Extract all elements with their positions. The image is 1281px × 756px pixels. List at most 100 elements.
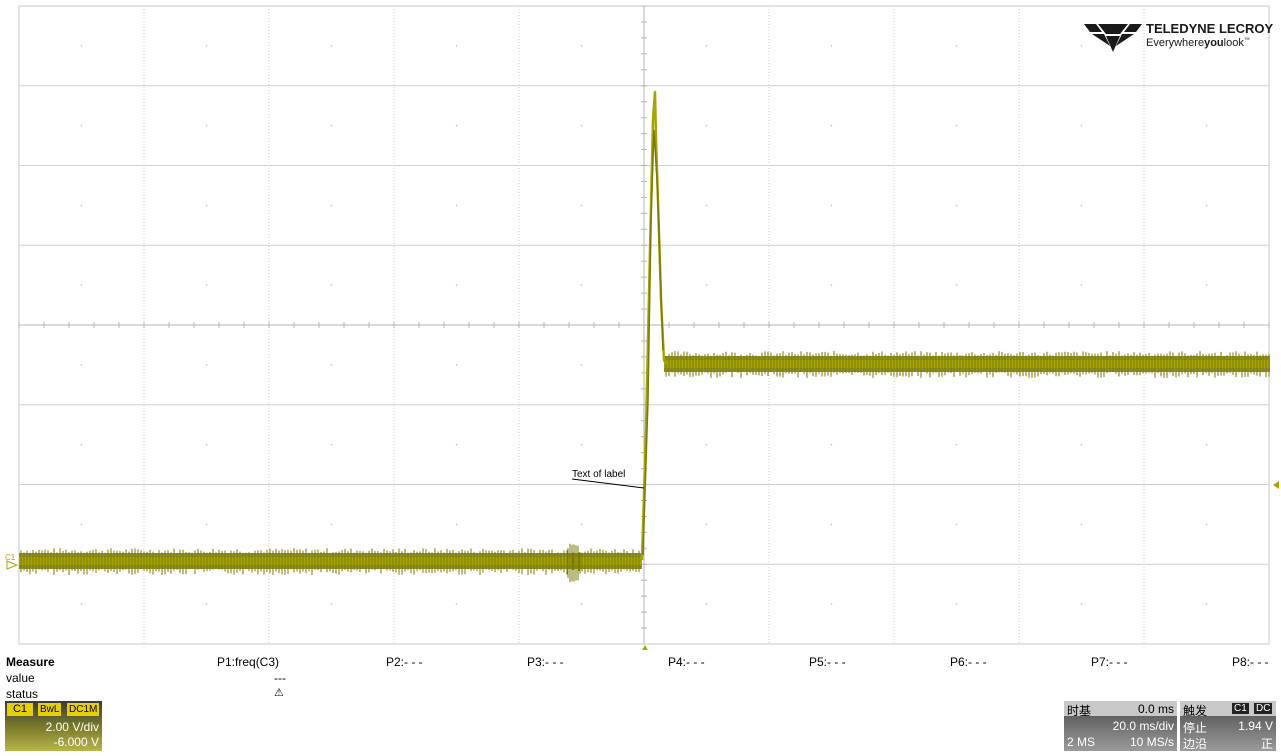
grid-dot (1205, 124, 1208, 127)
measure-param-p2[interactable]: P2:- - - (386, 655, 423, 669)
trigger-position-marker[interactable] (641, 645, 649, 650)
grid-dot (580, 443, 583, 446)
channel-ground-marker[interactable] (6, 560, 19, 570)
grid-dot (955, 204, 958, 207)
timebase-delay: 0.0 ms (1137, 702, 1174, 716)
grid-dot (1080, 443, 1083, 446)
trigger-mode: 停止 (1183, 721, 1208, 735)
grid-dot (205, 204, 208, 207)
measure-param-p4[interactable]: P4:- - - (668, 655, 705, 669)
measure-param-p5[interactable]: P5:- - - (809, 655, 846, 669)
grid-dot (205, 284, 208, 286)
grid-dot (830, 523, 833, 526)
grid-dot (455, 443, 458, 446)
grid-dot (205, 603, 208, 605)
grid-dot (705, 443, 708, 446)
channel-vdiv: 2.00 V/div (45, 720, 99, 734)
timebase-rate: 10 MS/s (1129, 735, 1174, 749)
grid-dot (955, 443, 958, 446)
trace-label[interactable]: Text of label (572, 469, 625, 480)
teledyne-lecroy-logo: TELEDYNE LECROY Everywhereyoulook™ (1084, 20, 1274, 54)
grid-dot (1080, 204, 1083, 207)
grid-dot (205, 364, 208, 366)
channel-c1-descriptor[interactable]: C1 BwL DC1M 2.00 V/div -6.000 V (5, 701, 102, 751)
brand-name: TELEDYNE LECROY (1146, 21, 1274, 36)
grid-dot (580, 45, 583, 47)
grid-dot (830, 284, 833, 286)
grid-dot (330, 523, 333, 526)
grid-dot (330, 603, 333, 605)
grid-dot (1080, 124, 1083, 127)
grid-dot (455, 204, 458, 207)
measure-param-p8[interactable]: P8:- - - (1232, 655, 1269, 669)
grid-dot (1080, 523, 1083, 526)
trigger-title: 触发 (1183, 704, 1208, 718)
grid-dot (580, 284, 583, 286)
grid-dot (80, 45, 83, 47)
waveform-display[interactable]: C1 Text of label (0, 0, 1281, 650)
trace-edge-shadow (642, 129, 664, 556)
grid-dot (330, 204, 333, 207)
trigger-type: 边沿 (1183, 737, 1208, 751)
trigger-descriptor[interactable]: 触发 C1 DC 停止 1.94 V 边沿 正 (1180, 701, 1276, 751)
timebase-title: 时基 (1067, 704, 1092, 718)
grid-dot (205, 443, 208, 446)
grid-dot (955, 523, 958, 526)
grid-dot (1205, 523, 1208, 526)
timebase-descriptor[interactable]: 时基 0.0 ms 20.0 ms/div 2 MS 10 MS/s (1064, 701, 1177, 751)
measure-param-p3[interactable]: P3:- - - (527, 655, 564, 669)
grid-dot (80, 204, 83, 207)
grid-dot (580, 603, 583, 605)
grid-dot (705, 603, 708, 605)
grid-dot (705, 204, 708, 207)
grid-dot (955, 45, 958, 47)
p1-status-warning-icon: ⚠ (274, 687, 284, 699)
graticule (18, 5, 1270, 645)
measure-param-p7[interactable]: P7:- - - (1091, 655, 1128, 669)
channel-c1-tag: C1 (7, 703, 33, 716)
label-leader-line (571, 478, 645, 489)
grid-dot (830, 603, 833, 605)
grid-dot (80, 284, 83, 286)
p1-value: --- (274, 671, 286, 685)
grid-dot (205, 45, 208, 47)
measure-title[interactable]: Measure (6, 655, 55, 669)
grid-dot (830, 443, 833, 446)
measure-param-p1[interactable]: P1:freq(C3) (217, 655, 279, 669)
brand-tagline: Everywhereyoulook™ (1146, 37, 1250, 49)
grid-dot (330, 364, 333, 366)
grid-dot (455, 45, 458, 47)
grid-dot (955, 124, 958, 127)
grid-dot (830, 204, 833, 207)
grid-dot (205, 523, 208, 526)
measure-row-status-label: status (6, 687, 39, 701)
trigger-level-marker[interactable] (1273, 481, 1279, 489)
grid-dot (705, 284, 708, 286)
trigger-level: 1.94 V (1238, 719, 1273, 733)
channel-offset: -6.000 V (53, 735, 99, 749)
grid-dot (830, 45, 833, 47)
grid-dot (705, 45, 708, 47)
grid-dot (330, 284, 333, 286)
grid-dot (580, 204, 583, 207)
coupling-tag: DC1M (67, 703, 100, 716)
grid-dot (580, 523, 583, 526)
grid-dot (455, 124, 458, 127)
grid-dot (1080, 45, 1083, 47)
trigger-slope: 正 (1260, 737, 1273, 751)
grid-dot (80, 124, 83, 127)
grid-dot (580, 364, 583, 366)
grid-dot (1080, 603, 1083, 605)
grid-dot (80, 523, 83, 526)
grid-dot (205, 124, 208, 127)
grid-dot (455, 603, 458, 605)
grid-dot (80, 603, 83, 605)
grid-dot (1205, 204, 1208, 207)
grid-dot (455, 284, 458, 286)
grid-dot (1205, 603, 1208, 605)
grid-dot (330, 124, 333, 127)
grid-dot (330, 443, 333, 446)
measure-param-p6[interactable]: P6:- - - (950, 655, 987, 669)
grid-dot (455, 364, 458, 366)
lecroy-logo-icon (1084, 24, 1142, 52)
